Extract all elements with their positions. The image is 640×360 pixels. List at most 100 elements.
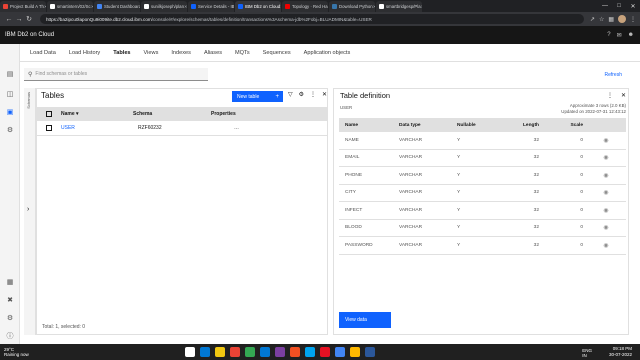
taskbar-app-icon[interactable] xyxy=(350,347,360,357)
reload-icon[interactable]: ↻ xyxy=(24,15,34,23)
schemas-strip[interactable]: Schemas › xyxy=(24,88,36,335)
tab-close-icon[interactable]: ✕ xyxy=(421,4,422,9)
tab-close-icon[interactable]: ✕ xyxy=(44,4,46,9)
browser-tab[interactable]: Topology · Red Ha ✕ xyxy=(282,1,328,12)
chevron-right-icon[interactable]: › xyxy=(27,206,29,213)
browser-tab[interactable]: Download Python ✕ xyxy=(329,1,375,12)
column-header-name[interactable]: Name ▾ xyxy=(61,111,133,117)
view-icon[interactable]: ◉ xyxy=(591,154,621,161)
view-data-button[interactable]: View data xyxy=(339,312,391,328)
new-table-button[interactable]: New table + xyxy=(232,91,283,102)
tab-close-icon[interactable]: ✕ xyxy=(280,4,281,9)
search-icon: ⚲ xyxy=(28,71,33,78)
monitor-icon[interactable]: ▤ xyxy=(5,70,15,80)
taskbar-app-icon[interactable] xyxy=(200,347,210,357)
tab-favicon-icon xyxy=(379,4,384,9)
settings-icon[interactable]: ⚙ xyxy=(299,91,304,98)
help-icon[interactable]: ? xyxy=(607,32,610,39)
extensions-icon[interactable]: ▦ xyxy=(608,16,614,23)
taskbar-app-icon[interactable] xyxy=(215,347,225,357)
browser-tab[interactable]: IBM Db2 on Cloud✕ xyxy=(235,1,281,12)
weather-widget[interactable]: 29°C Raining now xyxy=(0,347,29,357)
subnav-item[interactable]: Tables xyxy=(113,50,130,56)
info-icon[interactable]: ⓘ xyxy=(5,332,15,342)
settings-icon[interactable]: ⚙ xyxy=(5,314,15,324)
browser-tab[interactable]: Service Details - IB✕ xyxy=(188,1,234,12)
taskbar-app-icon[interactable] xyxy=(335,347,345,357)
tab-favicon-icon xyxy=(191,4,196,9)
row-checkbox[interactable] xyxy=(46,125,52,131)
subnav-item[interactable]: MQTs xyxy=(235,50,250,56)
taskbar-app-icon[interactable] xyxy=(245,347,255,357)
address-bar: ← → ↻ https://ba2ipcu0laponQu9i009ite.db… xyxy=(0,12,640,26)
subnav-item[interactable]: Views xyxy=(144,50,159,56)
subnav-item[interactable]: Indexes xyxy=(171,50,191,56)
view-icon[interactable]: ◉ xyxy=(591,172,621,179)
column-length: 32 xyxy=(533,242,539,248)
header-name-label: Name xyxy=(61,111,75,117)
tab-close-icon[interactable]: ✕ xyxy=(184,4,187,9)
overflow-icon[interactable]: ⋮ xyxy=(607,92,613,99)
table-name-link[interactable]: USER xyxy=(61,125,138,131)
view-icon[interactable]: ◉ xyxy=(591,189,621,196)
maximize-icon[interactable]: □ xyxy=(612,0,626,12)
tray-clock[interactable]: 09:18 PM 30-07-2022 xyxy=(609,346,632,358)
view-icon[interactable]: ◉ xyxy=(591,242,621,249)
meta-rows: Approximate 3 rows (2.0 KB) xyxy=(569,103,626,108)
back-icon[interactable]: ← xyxy=(4,16,14,23)
minimize-icon[interactable]: — xyxy=(598,0,612,12)
subnav-item[interactable]: Sequences xyxy=(263,50,291,56)
table-properties[interactable]: … xyxy=(234,125,239,131)
avatar[interactable] xyxy=(618,15,626,23)
column-length: 32 xyxy=(533,190,539,196)
new-table-label: New table xyxy=(237,93,260,100)
star-icon[interactable]: ☆ xyxy=(599,16,604,23)
share-icon[interactable]: ↗ xyxy=(590,16,595,23)
data-icon[interactable]: ◫ xyxy=(5,90,15,100)
subnav-item[interactable]: Load History xyxy=(69,50,100,56)
tab-close-icon[interactable]: ✕ xyxy=(373,4,375,9)
browser-tab[interactable]: sunilkjoseph/plan ✕ xyxy=(141,1,187,12)
browser-tab[interactable]: smartbridgesp/Pla✕ xyxy=(376,1,422,12)
tools-icon[interactable]: ⚙ xyxy=(5,126,15,136)
tray-language[interactable]: ENG IN xyxy=(582,348,592,358)
tab-label: Service Details - IB xyxy=(198,4,234,9)
browser-tab[interactable]: smartintern/02/Sc ✕ xyxy=(47,1,93,12)
close-icon[interactable]: ✕ xyxy=(621,92,626,99)
view-icon[interactable]: ◉ xyxy=(591,137,621,144)
menu-icon[interactable]: ⋮ xyxy=(630,16,636,23)
browser-tab[interactable]: Project Build A Th ✕ xyxy=(0,1,46,12)
tab-close-icon[interactable]: ✕ xyxy=(91,4,93,9)
column-header-schema: Schema xyxy=(133,111,153,117)
subnav-item[interactable]: Load Data xyxy=(30,50,56,56)
sql-icon[interactable]: ▦ xyxy=(5,278,15,288)
taskbar-app-icon[interactable] xyxy=(290,347,300,357)
taskbar-app-icon[interactable] xyxy=(365,347,375,357)
view-icon[interactable]: ◉ xyxy=(591,224,621,231)
taskbar-app-icon[interactable] xyxy=(320,347,330,357)
close-icon[interactable]: ✕ xyxy=(626,0,640,12)
taskbar-app-icon[interactable] xyxy=(230,347,240,357)
subnav-item[interactable]: Application objects xyxy=(304,50,351,56)
overflow-icon[interactable]: ⋮ xyxy=(310,91,316,98)
browser-tab[interactable]: Student Dashboard ✕ xyxy=(94,1,140,12)
taskbar-app-icon[interactable] xyxy=(275,347,285,357)
column-scale: 0 xyxy=(580,137,583,143)
forward-icon[interactable]: → xyxy=(14,16,24,23)
taskbar-app-icon[interactable] xyxy=(260,347,270,357)
connections-icon[interactable]: ✖ xyxy=(5,296,15,306)
refresh-link[interactable]: Refresh xyxy=(604,72,622,78)
tables-icon[interactable]: ▣ xyxy=(5,108,15,118)
subnav-item[interactable]: Aliases xyxy=(204,50,222,56)
user-icon[interactable]: ☻ xyxy=(628,32,634,39)
taskbar-app-icon[interactable] xyxy=(305,347,315,357)
table-row[interactable]: USER RZF60232 … xyxy=(37,121,327,136)
url-input[interactable]: https://ba2ipcu0laponQu9i009ite.db2.clou… xyxy=(40,14,584,24)
search-input[interactable]: ⚲ Find schemas or tables xyxy=(24,68,208,81)
notification-icon[interactable]: ✉ xyxy=(617,32,622,39)
taskbar-app-icon[interactable] xyxy=(185,347,195,357)
view-icon[interactable]: ◉ xyxy=(591,207,621,214)
close-icon[interactable]: ✕ xyxy=(322,91,327,98)
filter-icon[interactable]: ▽ xyxy=(288,91,293,98)
select-all-checkbox[interactable] xyxy=(46,111,52,117)
